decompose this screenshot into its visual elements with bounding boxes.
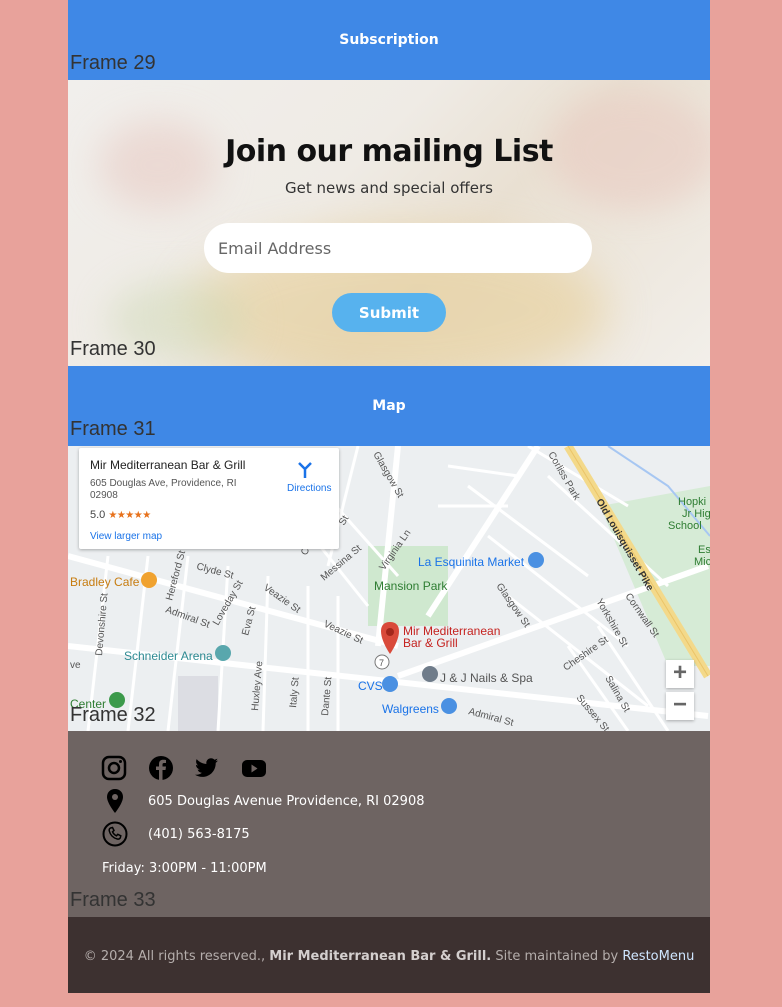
twitter-icon[interactable] <box>194 755 220 781</box>
footer: 605 Douglas Avenue Providence, RI 02908 … <box>68 731 710 917</box>
footer-address: 605 Douglas Avenue Providence, RI 02908 <box>148 794 425 809</box>
street-label: ve <box>70 660 81 671</box>
directions-icon[interactable] <box>295 460 315 480</box>
poi-cvs[interactable]: CVS <box>358 676 398 693</box>
poi-label: Mic <box>694 556 710 568</box>
poi-label: Jr Hig <box>682 508 710 520</box>
street-label: Glasgow St <box>370 450 405 500</box>
poi-label: Walgreens <box>382 702 439 716</box>
mailing-heading: Join our mailing List <box>225 134 553 169</box>
frame-label-31: Frame 31 <box>70 418 156 440</box>
youtube-icon[interactable] <box>241 755 267 781</box>
directions-link[interactable]: Directions <box>287 483 331 494</box>
brand-name: Mir Mediterranean Bar & Grill. <box>269 949 492 964</box>
copyright-text: © 2024 All rights reserved., <box>83 949 266 964</box>
street-label: Eva St <box>240 605 258 637</box>
mailing-section: Join our mailing List Get news and speci… <box>68 80 710 366</box>
subscription-header: Subscription Frame 29 <box>68 0 710 80</box>
poi-label: J & J Nails & Spa <box>440 671 533 685</box>
building-area <box>178 676 218 731</box>
street-label: Admiral St <box>467 706 515 729</box>
embedded-map[interactable]: Glasgow St Corliss Park Old Louisquisset… <box>68 446 710 731</box>
subscription-title: Subscription <box>339 32 439 48</box>
poi-label: Hopki <box>678 496 706 508</box>
poi-label: Es <box>698 544 710 556</box>
view-larger-map-link[interactable]: View larger map <box>90 531 162 542</box>
email-input[interactable] <box>204 223 592 273</box>
poi-walgreens[interactable]: Walgreens <box>382 698 457 716</box>
zoom-in-button[interactable]: + <box>666 660 694 688</box>
place-card: Mir Mediterranean Bar & Grill 605 Dougla… <box>79 448 339 549</box>
mailing-subheading: Get news and special offers <box>285 179 493 197</box>
footer-hours: Friday: 3:00PM - 11:00PM <box>102 861 267 876</box>
rating-stars: ★★★★★ <box>108 510 151 521</box>
park-label: Mansion Park <box>374 579 448 593</box>
facebook-icon[interactable] <box>148 755 174 781</box>
street-label: Dante St <box>320 676 334 716</box>
copyright-bar: © 2024 All rights reserved., Mir Mediter… <box>68 917 710 993</box>
route-number: 7 <box>379 658 384 668</box>
restomenu-link[interactable]: RestoMenu <box>622 949 694 964</box>
frame-label-30: Frame 30 <box>70 338 156 360</box>
poi-label: Schneider Arena <box>124 649 213 663</box>
maintained-text: Site maintained by <box>495 949 619 964</box>
pin-label: Bar & Grill <box>403 636 458 650</box>
place-rating: 5.0 ★★★★★ <box>90 509 151 521</box>
street-label: Devonshire St <box>94 593 110 657</box>
footer-phone[interactable]: (401) 563-8175 <box>148 827 250 842</box>
submit-button[interactable]: Submit <box>332 293 446 332</box>
poi-label: Bradley Cafe <box>70 575 140 589</box>
street-label: Glasgow St <box>494 581 532 629</box>
street-label: Cheshire St <box>561 634 610 673</box>
map-header: Map Frame 31 <box>68 366 710 446</box>
phone-icon <box>102 821 128 847</box>
rating-value: 5.0 <box>90 509 106 521</box>
zoom-out-button[interactable]: − <box>666 692 694 720</box>
street-label: Admiral St <box>164 604 211 630</box>
place-address: 605 Douglas Ave, Providence, RI 02908 <box>90 478 237 501</box>
page: Subscription Frame 29 Join our mailing L… <box>68 0 710 993</box>
poi-label: School <box>668 520 702 532</box>
frame-label-32: Frame 32 <box>70 704 156 726</box>
frame-label-33: Frame 33 <box>70 889 156 911</box>
street-label: Italy St <box>288 677 302 709</box>
poi-label: La Esquinita Market <box>418 555 525 569</box>
instagram-icon[interactable] <box>101 755 127 781</box>
frame-label-29: Frame 29 <box>70 52 156 74</box>
location-pin-icon[interactable] <box>381 622 399 654</box>
street-label: Clyde St <box>195 561 235 581</box>
street-label: Veazie St <box>322 619 365 647</box>
map-title: Map <box>372 398 406 414</box>
poi-jj-nails[interactable]: J & J Nails & Spa <box>422 666 533 685</box>
place-name: Mir Mediterranean Bar & Grill <box>90 458 246 472</box>
map-marker-icon <box>107 789 123 813</box>
poi-label: CVS <box>358 679 383 693</box>
